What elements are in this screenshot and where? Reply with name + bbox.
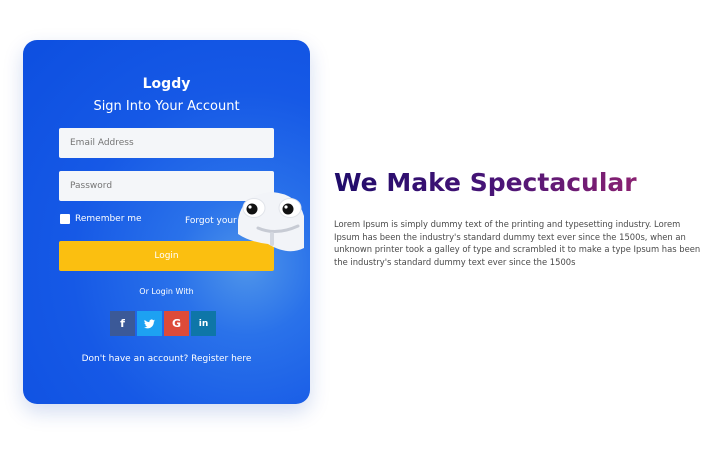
or-login-with-label: Or Login With (139, 287, 194, 296)
facebook-login-button[interactable]: f (110, 311, 135, 336)
twitter-login-button[interactable] (137, 311, 162, 336)
email-field[interactable] (59, 128, 274, 158)
social-login-group: f G in (110, 311, 216, 336)
facebook-icon: f (120, 317, 125, 330)
google-icon: G (171, 317, 182, 330)
register-link[interactable]: Register here (191, 354, 251, 364)
linkedin-login-button[interactable]: in (191, 311, 216, 336)
hero-headline: We Make Spectacular (334, 168, 637, 197)
remember-label: Remember me (75, 214, 142, 224)
hero-body-text: Lorem Ipsum is simply dummy text of the … (334, 219, 701, 267)
remember-me[interactable]: Remember me (60, 214, 142, 224)
google-login-button[interactable]: G (164, 311, 189, 336)
twitter-icon (144, 318, 155, 328)
peeking-mascot-icon (238, 192, 304, 252)
no-account-text: Don't have an account? (81, 354, 189, 364)
login-subtitle: Sign Into Your Account (93, 99, 240, 114)
register-row: Don't have an account? Register here (23, 354, 310, 364)
remember-checkbox[interactable] (60, 214, 70, 224)
brand-logo-text: Logdy (142, 76, 191, 92)
linkedin-icon: in (198, 318, 209, 329)
